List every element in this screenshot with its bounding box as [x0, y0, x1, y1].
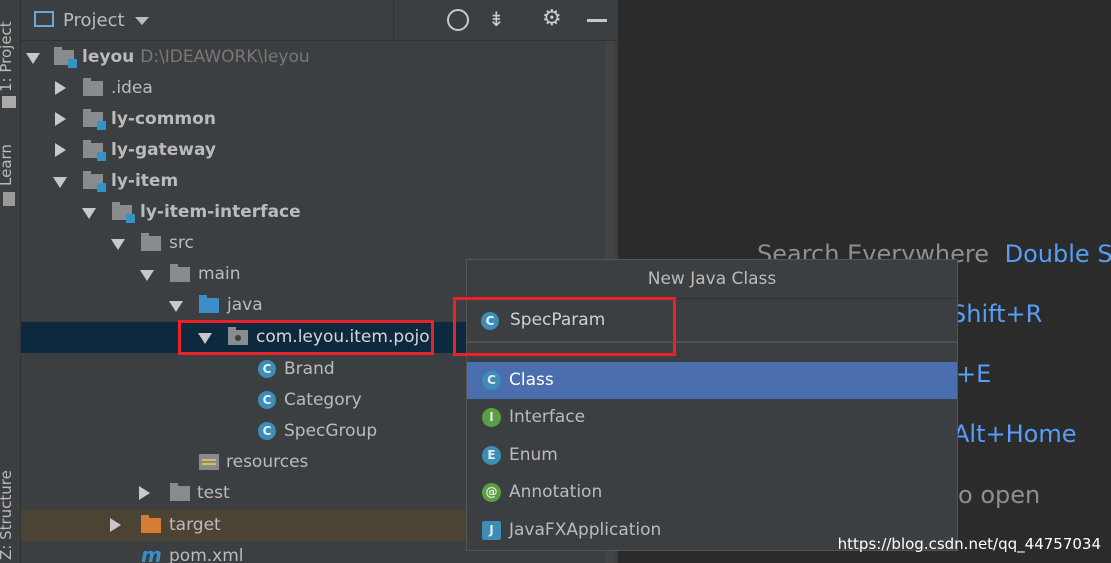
tree-item-label: Category	[284, 390, 362, 410]
dropdown-arrow-icon[interactable]	[135, 17, 149, 25]
class-icon: C	[258, 422, 276, 440]
interface-icon: I	[482, 408, 501, 427]
expand-arrow-icon[interactable]	[110, 518, 121, 532]
hint-key: +E	[956, 360, 992, 388]
tree-item-label: resources	[226, 452, 309, 472]
tree-row-root[interactable]: leyou D:\IDEAWORK\leyou	[21, 42, 605, 73]
resources-folder-icon	[199, 454, 219, 470]
gear-icon[interactable]: ⚙	[542, 6, 562, 31]
source-folder-icon	[199, 295, 219, 313]
tree-item-label: test	[197, 483, 230, 503]
hint-key: Shift+R	[951, 300, 1043, 328]
hint-key: Double Sh	[1004, 240, 1111, 268]
class-icon: C	[258, 360, 276, 378]
highlight-box-name	[453, 297, 676, 356]
project-view-icon[interactable]	[34, 11, 54, 27]
tree-item-label: ly-item-interface	[140, 202, 301, 222]
folder-icon	[141, 233, 161, 251]
enum-icon: E	[482, 446, 501, 465]
class-icon: C	[482, 371, 501, 390]
hint-line: +E	[956, 360, 991, 388]
expand-arrow-icon[interactable]	[55, 112, 66, 126]
root-label: leyou D:\IDEAWORK\leyou	[82, 47, 310, 67]
locate-icon[interactable]	[447, 9, 469, 31]
expand-arrow-icon[interactable]	[111, 239, 125, 250]
toolbar-separator	[393, 0, 394, 40]
tree-item-label: .idea	[111, 78, 153, 98]
hint-key: Alt+Home	[953, 420, 1077, 448]
kind-option-annotation[interactable]: @ Annotation	[467, 474, 957, 511]
minimize-icon[interactable]	[587, 19, 607, 22]
tree-row[interactable]: ly-item	[21, 166, 605, 197]
highlight-box-package	[178, 320, 434, 355]
kind-option-enum[interactable]: E Enum	[467, 437, 957, 474]
tree-item-label: target	[169, 515, 221, 535]
folder-icon	[170, 483, 190, 501]
module-folder-icon	[112, 202, 135, 223]
tool-window-stripe: 1: Project Learn Z: Structure	[0, 0, 21, 563]
hint-line: Shift+R	[951, 300, 1042, 328]
expand-arrow-icon[interactable]	[55, 143, 66, 157]
annotation-icon: @	[482, 483, 501, 502]
tree-row[interactable]: .idea	[21, 73, 605, 104]
dialog-title: New Java Class	[467, 260, 957, 299]
tab-learn[interactable]: Learn	[0, 144, 15, 186]
tree-item-label: SpecGroup	[284, 421, 378, 441]
kind-label: Enum	[509, 445, 558, 465]
tree-row[interactable]: src	[21, 228, 605, 259]
tree-item-label: java	[227, 295, 263, 315]
class-icon: C	[258, 391, 276, 409]
kind-label: Annotation	[509, 482, 603, 502]
excluded-folder-icon	[141, 515, 161, 533]
kind-option-class[interactable]: C Class	[467, 362, 957, 399]
expand-arrow-icon[interactable]	[82, 208, 96, 219]
project-toolbar: Project ⇟ ⚙	[21, 0, 618, 41]
folder-icon	[170, 264, 190, 282]
tree-row[interactable]: ly-gateway	[21, 135, 605, 166]
hint-line: Alt+Home	[953, 420, 1076, 448]
tree-item-label: src	[169, 233, 194, 253]
panel-title[interactable]: Project	[63, 10, 125, 31]
watermark: https://blog.csdn.net/qq_44757034	[837, 535, 1101, 553]
tree-row[interactable]: ly-common	[21, 104, 605, 135]
root-path: D:\IDEAWORK\leyou	[140, 47, 310, 67]
tree-item-label: main	[198, 264, 241, 284]
tree-item-label: ly-item	[111, 171, 179, 191]
module-folder-icon	[54, 47, 77, 68]
kind-label: Class	[509, 370, 554, 390]
module-folder-icon	[83, 171, 106, 192]
root-name: leyou	[82, 47, 135, 67]
hint-label: o open	[958, 481, 1041, 509]
expand-arrow-icon[interactable]	[169, 301, 183, 312]
module-folder-icon	[83, 109, 106, 130]
expand-arrow-icon[interactable]	[140, 270, 154, 281]
expand-arrow-icon[interactable]	[53, 177, 67, 188]
tree-item-label: ly-common	[111, 109, 216, 129]
maven-icon: m	[141, 543, 162, 563]
kind-option-interface[interactable]: I Interface	[467, 399, 957, 436]
tree-item-label: ly-gateway	[111, 140, 216, 160]
learn-tab-icon[interactable]	[3, 192, 15, 206]
tree-item-label: Brand	[284, 359, 335, 379]
kind-label: Interface	[509, 407, 586, 427]
tree-row[interactable]: ly-item-interface	[21, 197, 605, 228]
kind-label: JavaFXApplication	[509, 520, 662, 540]
tree-item-label: pom.xml	[169, 546, 244, 563]
project-tab-icon[interactable]	[2, 96, 16, 108]
collapse-all-icon[interactable]: ⇟	[488, 7, 505, 31]
tab-project[interactable]: 1: Project	[0, 21, 15, 92]
module-folder-icon	[83, 140, 106, 161]
folder-icon	[83, 78, 103, 96]
expand-arrow-icon[interactable]	[139, 486, 150, 500]
tab-structure[interactable]: Z: Structure	[0, 470, 15, 560]
javafx-icon: J	[482, 521, 501, 540]
expand-arrow-icon[interactable]	[55, 81, 66, 95]
hint-line: o open	[958, 481, 1040, 509]
expand-arrow-icon[interactable]	[26, 53, 40, 64]
